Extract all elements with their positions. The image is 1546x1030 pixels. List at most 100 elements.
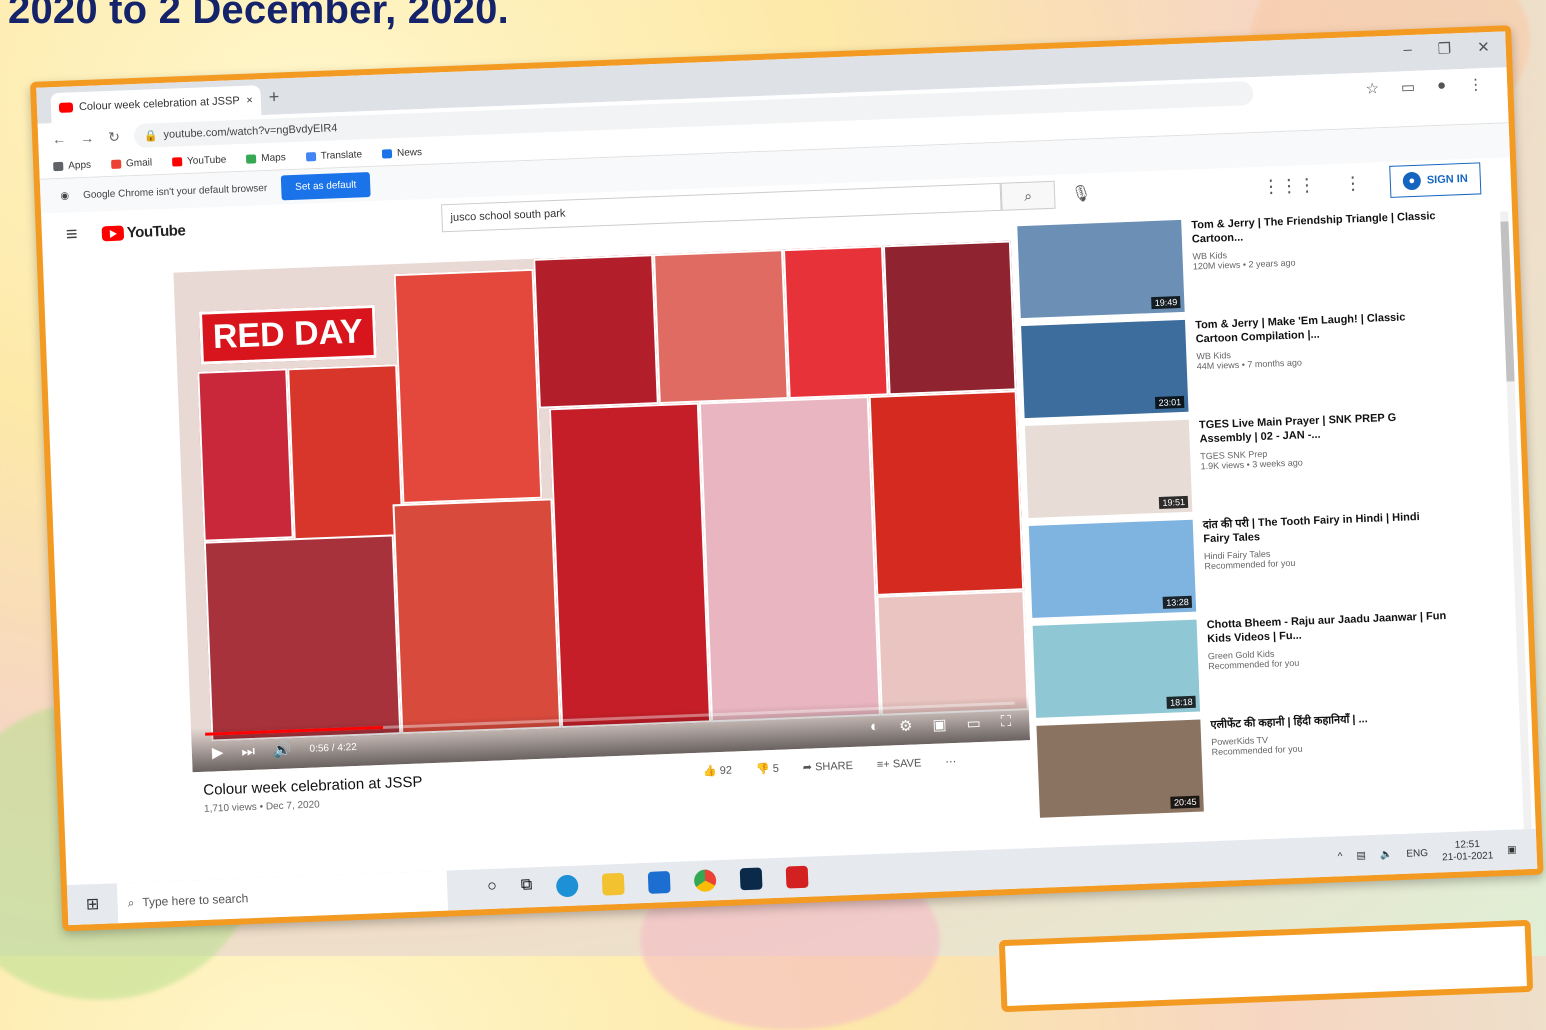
video-player[interactable]: RED DAY ▶ ⏭ 🔊 0:56 / 4:22 ◐ ⚙ ▣ ▭ ⛶ — [173, 240, 1030, 773]
back-icon[interactable]: ← — [52, 131, 67, 148]
mail-icon[interactable] — [647, 871, 671, 894]
rec-title: Tom & Jerry | The Friendship Triangle | … — [1191, 210, 1436, 246]
next-icon[interactable]: ⏭ — [241, 742, 255, 760]
rec-title: दांत की परी | The Tooth Fairy in Hindi |… — [1202, 510, 1420, 546]
bookmark-icon — [246, 154, 257, 164]
close-window-icon[interactable]: ✕ — [1477, 38, 1490, 56]
bookmark-item[interactable]: Gmail — [110, 157, 152, 170]
taskbar-search-field[interactable]: ⌕ Type here to search — [116, 870, 449, 924]
rec-title: TGES Live Main Prayer | SNK PREP G Assem… — [1198, 411, 1397, 446]
photoshop-icon[interactable] — [739, 867, 763, 891]
youtube-logo[interactable]: YouTube — [101, 222, 186, 242]
bookmark-icon — [305, 152, 316, 162]
share-button[interactable]: ➦ SHARE — [803, 759, 854, 774]
file-explorer-icon[interactable] — [601, 872, 625, 896]
time-display: 0:56 / 4:22 — [309, 741, 357, 755]
url-text: youtube.com/watch?v=ngBvdyEIR4 — [163, 122, 338, 141]
collage-photo — [653, 249, 789, 405]
clock[interactable]: 12:51 21-01-2021 — [1442, 838, 1494, 864]
youtube-header-actions: ⋮⋮⋮ ⋮ ● SIGN IN — [1261, 162, 1482, 202]
scrollbar-thumb[interactable] — [1500, 221, 1515, 382]
language-indicator[interactable]: ENG — [1406, 847, 1428, 859]
menu-dots-icon[interactable]: ⋮ — [1468, 75, 1484, 94]
play-icon[interactable]: ▶ — [212, 743, 224, 761]
windows-start-icon[interactable]: ⊞ — [67, 893, 118, 915]
sign-in-button[interactable]: ● SIGN IN — [1389, 162, 1482, 198]
video-title: Colour week celebration at JSSP — [202, 773, 423, 799]
bookmark-icon — [110, 159, 122, 169]
playlist-add-icon: ≡+ — [876, 758, 890, 771]
recommended-list: 19:49 Tom & Jerry | The Friendship Trian… — [1017, 210, 1460, 826]
task-view-icon[interactable]: ⧉ — [521, 876, 533, 898]
speaker-icon[interactable]: 🔈 — [1380, 849, 1393, 860]
more-actions-icon[interactable]: ⋯ — [945, 755, 956, 768]
bookmark-icon — [171, 157, 183, 167]
like-button[interactable]: 👍 92 — [703, 764, 732, 778]
maximize-icon[interactable]: ❐ — [1437, 39, 1451, 58]
video-meta: 1,710 views • Dec 7, 2020 — [203, 799, 320, 815]
lock-icon: 🔒 — [143, 129, 158, 143]
bookmark-item[interactable]: Translate — [305, 149, 362, 162]
recommended-video[interactable]: 20:45 एलीफेंट की कहानी | हिंदी कहानियाँ … — [1036, 710, 1459, 820]
recommended-video[interactable]: 13:28 दांत की परी | The Tooth Fairy in H… — [1028, 510, 1452, 620]
rec-title: Tom & Jerry | Make 'Em Laugh! | Classic … — [1194, 311, 1406, 346]
microphone-icon[interactable]: 🎙 — [1071, 183, 1092, 204]
minimize-icon[interactable]: – — [1403, 41, 1412, 59]
recommended-video[interactable]: 23:01 Tom & Jerry | Make 'Em Laugh! | Cl… — [1021, 310, 1444, 420]
theater-mode-icon[interactable]: ▭ — [966, 714, 981, 733]
address-bar-icons: ☆ ▭ ● ⋮ — [1365, 75, 1483, 98]
settings-dots-icon[interactable]: ⋮ — [1344, 172, 1363, 194]
autoplay-toggle-icon[interactable]: ◐ — [870, 718, 880, 736]
acrobat-icon[interactable] — [785, 865, 809, 889]
video-thumbnail: 13:28 — [1028, 519, 1197, 618]
search-icon: ⌕ — [1023, 187, 1033, 204]
hamburger-menu-icon[interactable]: ≡ — [65, 222, 102, 246]
bookmark-item[interactable]: YouTube — [171, 155, 227, 168]
chrome-icon[interactable] — [693, 869, 717, 893]
tab-title: Colour week celebration at JSSP — [78, 94, 240, 114]
search-button[interactable]: ⌕ — [1000, 180, 1056, 211]
bookmark-item[interactable]: Maps — [246, 152, 286, 165]
collage-photo — [782, 245, 889, 400]
browser-screenshot-frame: Colour week celebration at JSSP × + – ❐ … — [30, 25, 1544, 932]
player-controls-right: ◐ ⚙ ▣ ▭ ⛶ — [870, 713, 1012, 736]
network-icon[interactable]: ▤ — [1356, 850, 1366, 861]
collage-photo — [882, 240, 1017, 396]
dislike-button[interactable]: 👎 5 — [756, 762, 779, 776]
video-thumbnail: 23:01 — [1021, 319, 1189, 419]
volume-icon[interactable]: 🔊 — [273, 740, 292, 759]
recommended-video[interactable]: 18:18 Chotta Bheem - Raju aur Jaadu Jaan… — [1032, 610, 1456, 720]
second-screenshot-frame — [998, 919, 1534, 1013]
star-icon[interactable]: ☆ — [1365, 79, 1379, 98]
thumbs-down-icon: 👎 — [755, 763, 770, 776]
cortana-icon[interactable]: ○ — [487, 878, 498, 900]
pinned-apps: ○ ⧉ — [487, 865, 809, 900]
reload-icon[interactable]: ↻ — [108, 128, 120, 145]
bookmark-item[interactable]: News — [381, 147, 422, 160]
recommended-video[interactable]: 19:49 Tom & Jerry | The Friendship Trian… — [1017, 210, 1440, 320]
duration-badge: 18:18 — [1166, 695, 1196, 709]
bookmark-item[interactable]: Apps — [53, 160, 91, 172]
profile-icon[interactable]: ● — [1437, 77, 1447, 95]
duration-badge: 19:51 — [1159, 495, 1189, 509]
edge-icon[interactable] — [555, 874, 579, 898]
thumbs-up-icon: 👍 — [702, 765, 717, 778]
save-button[interactable]: ≡+ SAVE — [877, 757, 922, 771]
video-thumbnail: 19:49 — [1017, 219, 1185, 319]
tray-chevron-icon[interactable]: ^ — [1338, 851, 1343, 862]
collage-photo — [868, 390, 1025, 596]
forward-icon[interactable]: → — [80, 130, 95, 147]
settings-gear-icon[interactable]: ⚙ — [899, 717, 913, 736]
miniplayer-icon[interactable]: ▣ — [932, 715, 947, 734]
new-tab-button[interactable]: + — [268, 86, 279, 107]
progress-fill — [205, 725, 384, 736]
tab-close-icon[interactable]: × — [246, 94, 253, 106]
set-default-button[interactable]: Set as default — [280, 171, 371, 200]
apps-grid-icon[interactable]: ⋮⋮⋮ — [1262, 174, 1317, 197]
cast-icon[interactable]: ▭ — [1401, 78, 1416, 97]
fullscreen-icon[interactable]: ⛶ — [1000, 713, 1011, 731]
recommended-video[interactable]: 19:51 TGES Live Main Prayer | SNK PREP G… — [1024, 410, 1448, 520]
notification-icon[interactable]: ▣ — [1507, 844, 1517, 855]
youtube-play-icon — [101, 225, 125, 241]
collage-photo — [392, 498, 562, 735]
